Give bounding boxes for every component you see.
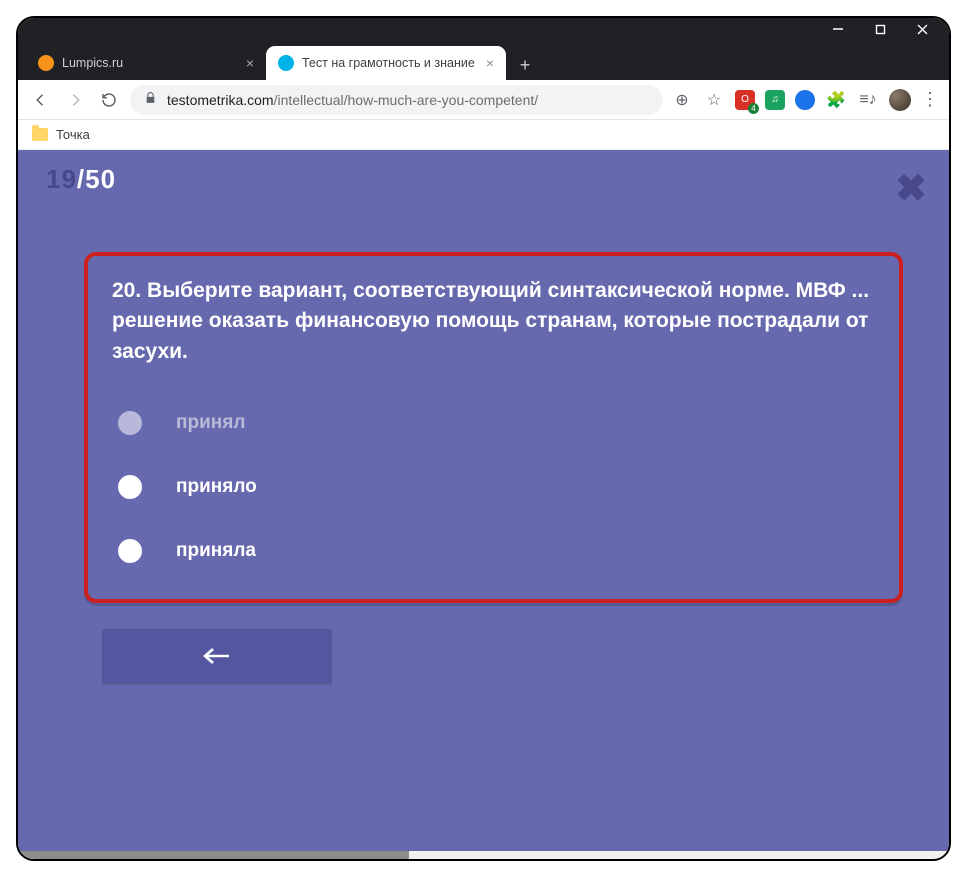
arrow-right-icon [66,91,84,109]
nav-reload-button[interactable] [96,87,122,113]
new-tab-button[interactable]: + [510,50,540,80]
tab-testometrika[interactable]: Тест на грамотность и знание р × [266,46,506,80]
lock-icon [144,91,157,108]
extension-music-icon[interactable]: ♫ [765,90,785,110]
nav-forward-button[interactable] [62,87,88,113]
progress-current: 19 [46,164,77,194]
arrow-left-icon [32,91,50,109]
question-card: 20. Выберите вариант, соответствующий си… [84,252,903,603]
folder-icon [32,128,48,141]
quiz-back-button[interactable] [102,629,332,683]
extension-globe-icon[interactable] [795,90,815,110]
radio-icon [118,539,142,563]
radio-icon [118,475,142,499]
progress-sep: / [77,164,85,194]
bookmark-star-button[interactable]: ☆ [703,89,725,111]
toolbar-actions: ⊕ ☆ O ♫ 🧩 ≡♪ ⋮ [671,89,939,111]
window-minimize-button[interactable] [817,18,859,40]
tab-title: Тест на грамотность и знание р [302,56,478,70]
extensions-button[interactable]: 🧩 [825,89,847,111]
nav-back-button[interactable] [28,87,54,113]
quiz-close-button[interactable]: ✖ [895,166,927,211]
answer-options: принял приняло приняла [112,411,875,563]
window-close-button[interactable] [901,18,943,40]
favicon-icon [278,55,294,71]
progress-total: 50 [85,164,116,194]
page-content: 19/50 ✖ 20. Выберите вариант, соответств… [18,150,949,851]
bookmarks-bar: Точка [18,120,949,150]
tab-close-button[interactable]: × [486,55,494,71]
answer-option-3[interactable]: приняла [118,539,875,563]
horizontal-scrollbar[interactable] [18,851,949,859]
bookmark-item[interactable]: Точка [56,127,90,142]
window-maximize-button[interactable] [859,18,901,40]
quiz-progress: 19/50 [18,150,949,190]
zoom-button[interactable]: ⊕ [671,89,693,111]
favicon-icon [38,55,54,71]
window-titlebar [18,18,949,40]
reload-icon [100,91,118,109]
tab-close-button[interactable]: × [246,55,254,71]
close-icon [917,24,928,35]
maximize-icon [875,24,886,35]
tab-title: Lumpics.ru [62,56,123,70]
extension-opera-icon[interactable]: O [735,90,755,110]
url-path: /intellectual/how-much-are-you-competent… [274,92,539,108]
toolbar: testometrika.com/intellectual/how-much-a… [18,80,949,120]
tab-lumpics[interactable]: Lumpics.ru × [26,46,266,80]
media-control-button[interactable]: ≡♪ [857,89,879,111]
arrow-left-icon [202,646,232,666]
answer-label: принял [176,412,245,434]
chrome-menu-button[interactable]: ⋮ [921,89,939,110]
minimize-icon [832,23,844,35]
answer-option-1[interactable]: принял [118,411,875,435]
browser-window: Lumpics.ru × Тест на грамотность и знани… [16,16,951,861]
scrollbar-thumb[interactable] [18,851,409,859]
answer-label: приняло [176,476,257,498]
profile-avatar[interactable] [889,89,911,111]
radio-icon [118,411,142,435]
url-host: testometrika.com [167,92,274,108]
answer-label: приняла [176,540,256,562]
question-text: 20. Выберите вариант, соответствующий си… [112,276,875,367]
url-text: testometrika.com/intellectual/how-much-a… [167,92,538,108]
tab-strip: Lumpics.ru × Тест на грамотность и знани… [18,40,949,80]
answer-option-2[interactable]: приняло [118,475,875,499]
address-bar[interactable]: testometrika.com/intellectual/how-much-a… [130,85,663,115]
